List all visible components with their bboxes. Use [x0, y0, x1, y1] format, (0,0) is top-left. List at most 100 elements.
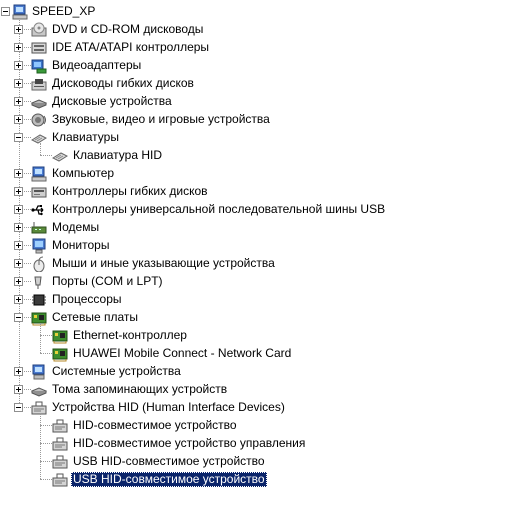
- expand-button[interactable]: [14, 223, 23, 232]
- sound-icon: [31, 112, 47, 128]
- computer-icon: [12, 4, 28, 20]
- tree-category-label: Видеоадаптеры: [52, 58, 142, 72]
- tree-connector: [40, 155, 52, 156]
- expand-button[interactable]: [14, 295, 23, 304]
- tree-device-label: Клавиатура HID: [73, 148, 162, 162]
- tree-category-label: DVD и CD-ROM дисководы: [52, 22, 204, 36]
- collapse-button[interactable]: [1, 7, 10, 16]
- tree-category-label: Звуковые, видео и игровые устройства: [52, 112, 270, 126]
- tree-category[interactable]: DVD и CD-ROM дисководы: [0, 21, 520, 39]
- disk-drive-icon: [30, 94, 48, 110]
- expand-button[interactable]: [14, 241, 23, 250]
- expand-button[interactable]: [14, 277, 23, 286]
- tree-connector: [40, 323, 41, 353]
- device-tree[interactable]: SPEED_XP DVD и CD-ROM дисководы IDE ATA/AT…: [0, 0, 524, 515]
- collapse-button[interactable]: [14, 313, 23, 322]
- hid-icon: [52, 436, 68, 452]
- tree-device[interactable]: HID-совместимое устройство: [0, 417, 520, 435]
- selected-device-label: USB HID-совместимое устройство: [71, 472, 267, 487]
- expand-button[interactable]: [14, 61, 23, 70]
- hid-icon: [52, 472, 68, 488]
- tree-connector: [40, 425, 52, 426]
- tree-category[interactable]: Видеоадаптеры: [0, 57, 520, 75]
- hid-icon: [52, 418, 68, 434]
- tree-root[interactable]: SPEED_XP: [0, 3, 520, 21]
- tree-category[interactable]: Мыши и иные указывающие устройства: [0, 255, 520, 273]
- tree-category[interactable]: Системные устройства: [0, 363, 520, 381]
- tree-category[interactable]: Дисководы гибких дисков: [0, 75, 520, 93]
- tree-category[interactable]: Компьютер: [0, 165, 520, 183]
- hid-icon: [31, 400, 47, 416]
- tree-category[interactable]: Устройства HID (Human Interface Devices): [0, 399, 520, 417]
- tree-connector: [40, 335, 52, 336]
- tree-category-label: Клавиатуры: [52, 130, 119, 144]
- collapse-button[interactable]: [14, 403, 23, 412]
- tree-category-label: Контроллеры универсальной последовательн…: [52, 202, 386, 216]
- tree-category[interactable]: IDE ATA/ATAPI контроллеры: [0, 39, 520, 57]
- system-device-icon: [31, 364, 47, 380]
- tree-category[interactable]: Клавиатуры: [0, 129, 520, 147]
- tree-category-label: Дисководы гибких дисков: [52, 76, 194, 90]
- tree-device[interactable]: HID-совместимое устройство управления: [0, 435, 520, 453]
- tree-category[interactable]: Порты (COM и LPT): [0, 273, 520, 291]
- network-card-icon: [52, 328, 68, 344]
- tree-category-label: IDE ATA/ATAPI контроллеры: [52, 40, 210, 54]
- tree-category-label: Мыши и иные указывающие устройства: [52, 256, 275, 270]
- tree-device[interactable]: Ethernet-контроллер: [0, 327, 520, 345]
- tree-root-label: SPEED_XP: [32, 4, 96, 18]
- tree-category-label: Процессоры: [52, 292, 122, 306]
- expand-button[interactable]: [14, 25, 23, 34]
- tree-category[interactable]: Контроллеры универсальной последовательн…: [0, 201, 520, 219]
- tree-category[interactable]: Мониторы: [0, 237, 520, 255]
- tree-device-label: Ethernet-контроллер: [73, 328, 187, 342]
- tree-category-label: Модемы: [52, 220, 100, 234]
- tree-connector: [40, 143, 41, 155]
- expand-button[interactable]: [14, 205, 23, 214]
- floppy-controller-icon: [31, 184, 47, 200]
- expand-button[interactable]: [14, 79, 23, 88]
- tree-category[interactable]: Процессоры: [0, 291, 520, 309]
- tree-category[interactable]: Тома запоминающих устройств: [0, 381, 520, 399]
- monitor-icon: [31, 238, 47, 254]
- expand-button[interactable]: [14, 97, 23, 106]
- tree-category-label: Компьютер: [52, 166, 115, 180]
- expand-button[interactable]: [14, 385, 23, 394]
- processor-icon: [31, 292, 47, 308]
- hid-icon: [52, 454, 68, 470]
- tree-category-label: Порты (COM и LPT): [52, 274, 163, 288]
- tree-category[interactable]: Дисковые устройства: [0, 93, 520, 111]
- expand-button[interactable]: [14, 367, 23, 376]
- tree-category-label: Устройства HID (Human Interface Devices): [52, 400, 285, 414]
- expand-button[interactable]: [14, 169, 23, 178]
- tree-category[interactable]: Контроллеры гибких дисков: [0, 183, 520, 201]
- tree-device[interactable]: Клавиатура HID: [0, 147, 520, 165]
- tree-device-label: USB HID-совместимое устройство: [73, 454, 265, 468]
- expand-button[interactable]: [14, 115, 23, 124]
- keyboard-icon: [51, 148, 69, 164]
- tree-category[interactable]: Звуковые, видео и игровые устройства: [0, 111, 520, 129]
- tree-device[interactable]: USB HID-совместимое устройство: [0, 453, 520, 471]
- floppy-drive-icon: [31, 76, 47, 92]
- tree-category-label: Системные устройства: [52, 364, 181, 378]
- tree-connector: [40, 413, 41, 479]
- usb-icon: [31, 202, 47, 218]
- expand-button[interactable]: [14, 259, 23, 268]
- display-adapter-icon: [31, 58, 47, 74]
- expand-button[interactable]: [14, 43, 23, 52]
- tree-connector: [40, 461, 52, 462]
- tree-device-label: HID-совместимое устройство: [73, 418, 237, 432]
- collapse-button[interactable]: [14, 133, 23, 142]
- tree-category[interactable]: Сетевые платы: [0, 309, 520, 327]
- tree-connector: [40, 353, 52, 354]
- keyboard-icon: [30, 130, 48, 146]
- tree-category-label: Мониторы: [52, 238, 110, 252]
- tree-connector: [40, 479, 52, 480]
- tree-connector: [40, 443, 52, 444]
- tree-device[interactable]: USB HID-совместимое устройство: [0, 471, 520, 489]
- computer-icon: [31, 166, 47, 182]
- tree-device[interactable]: HUAWEI Mobile Connect - Network Card: [0, 345, 520, 363]
- tree-category-label: Сетевые платы: [52, 310, 139, 324]
- expand-button[interactable]: [14, 187, 23, 196]
- tree-category[interactable]: Модемы: [0, 219, 520, 237]
- tree-category-label: Контроллеры гибких дисков: [52, 184, 208, 198]
